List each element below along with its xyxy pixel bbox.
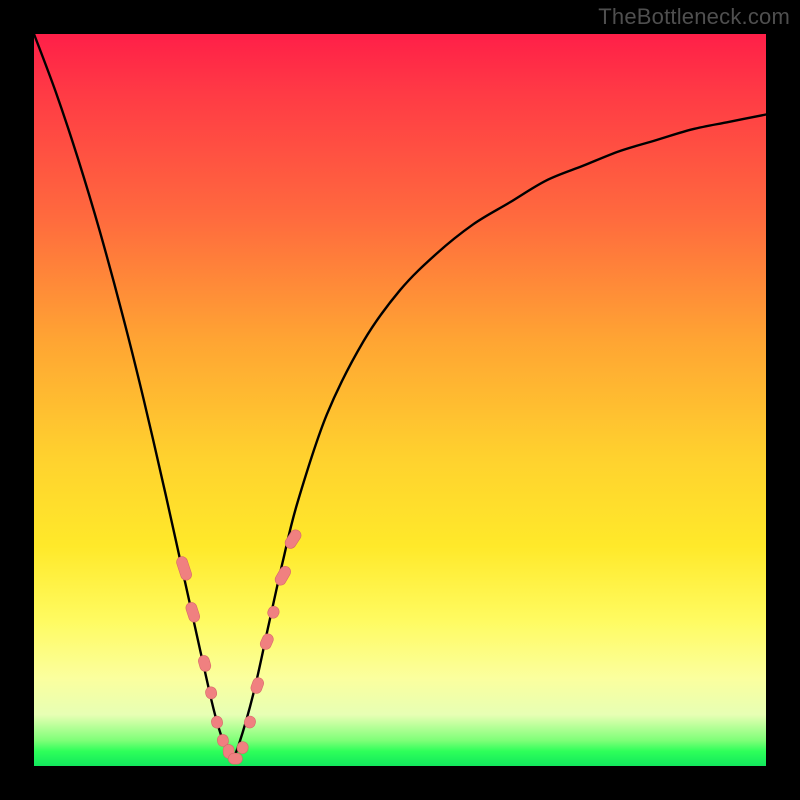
curve-marker bbox=[249, 676, 265, 695]
chart-frame: TheBottleneck.com bbox=[0, 0, 800, 800]
curve-marker bbox=[236, 741, 249, 755]
plot-area bbox=[34, 34, 766, 766]
curve-marker bbox=[204, 686, 218, 700]
curve-marker bbox=[210, 715, 223, 729]
curve-marker bbox=[258, 632, 275, 651]
marker-group bbox=[175, 528, 303, 764]
curve-marker bbox=[266, 604, 281, 620]
curve-marker bbox=[228, 753, 242, 764]
watermark-text: TheBottleneck.com bbox=[598, 4, 790, 30]
curve-svg bbox=[34, 34, 766, 766]
curve-marker bbox=[197, 654, 212, 673]
bottleneck-curve-path bbox=[34, 34, 766, 759]
curve-marker bbox=[175, 555, 193, 581]
curve-marker bbox=[184, 601, 201, 624]
curve-marker bbox=[273, 564, 293, 587]
